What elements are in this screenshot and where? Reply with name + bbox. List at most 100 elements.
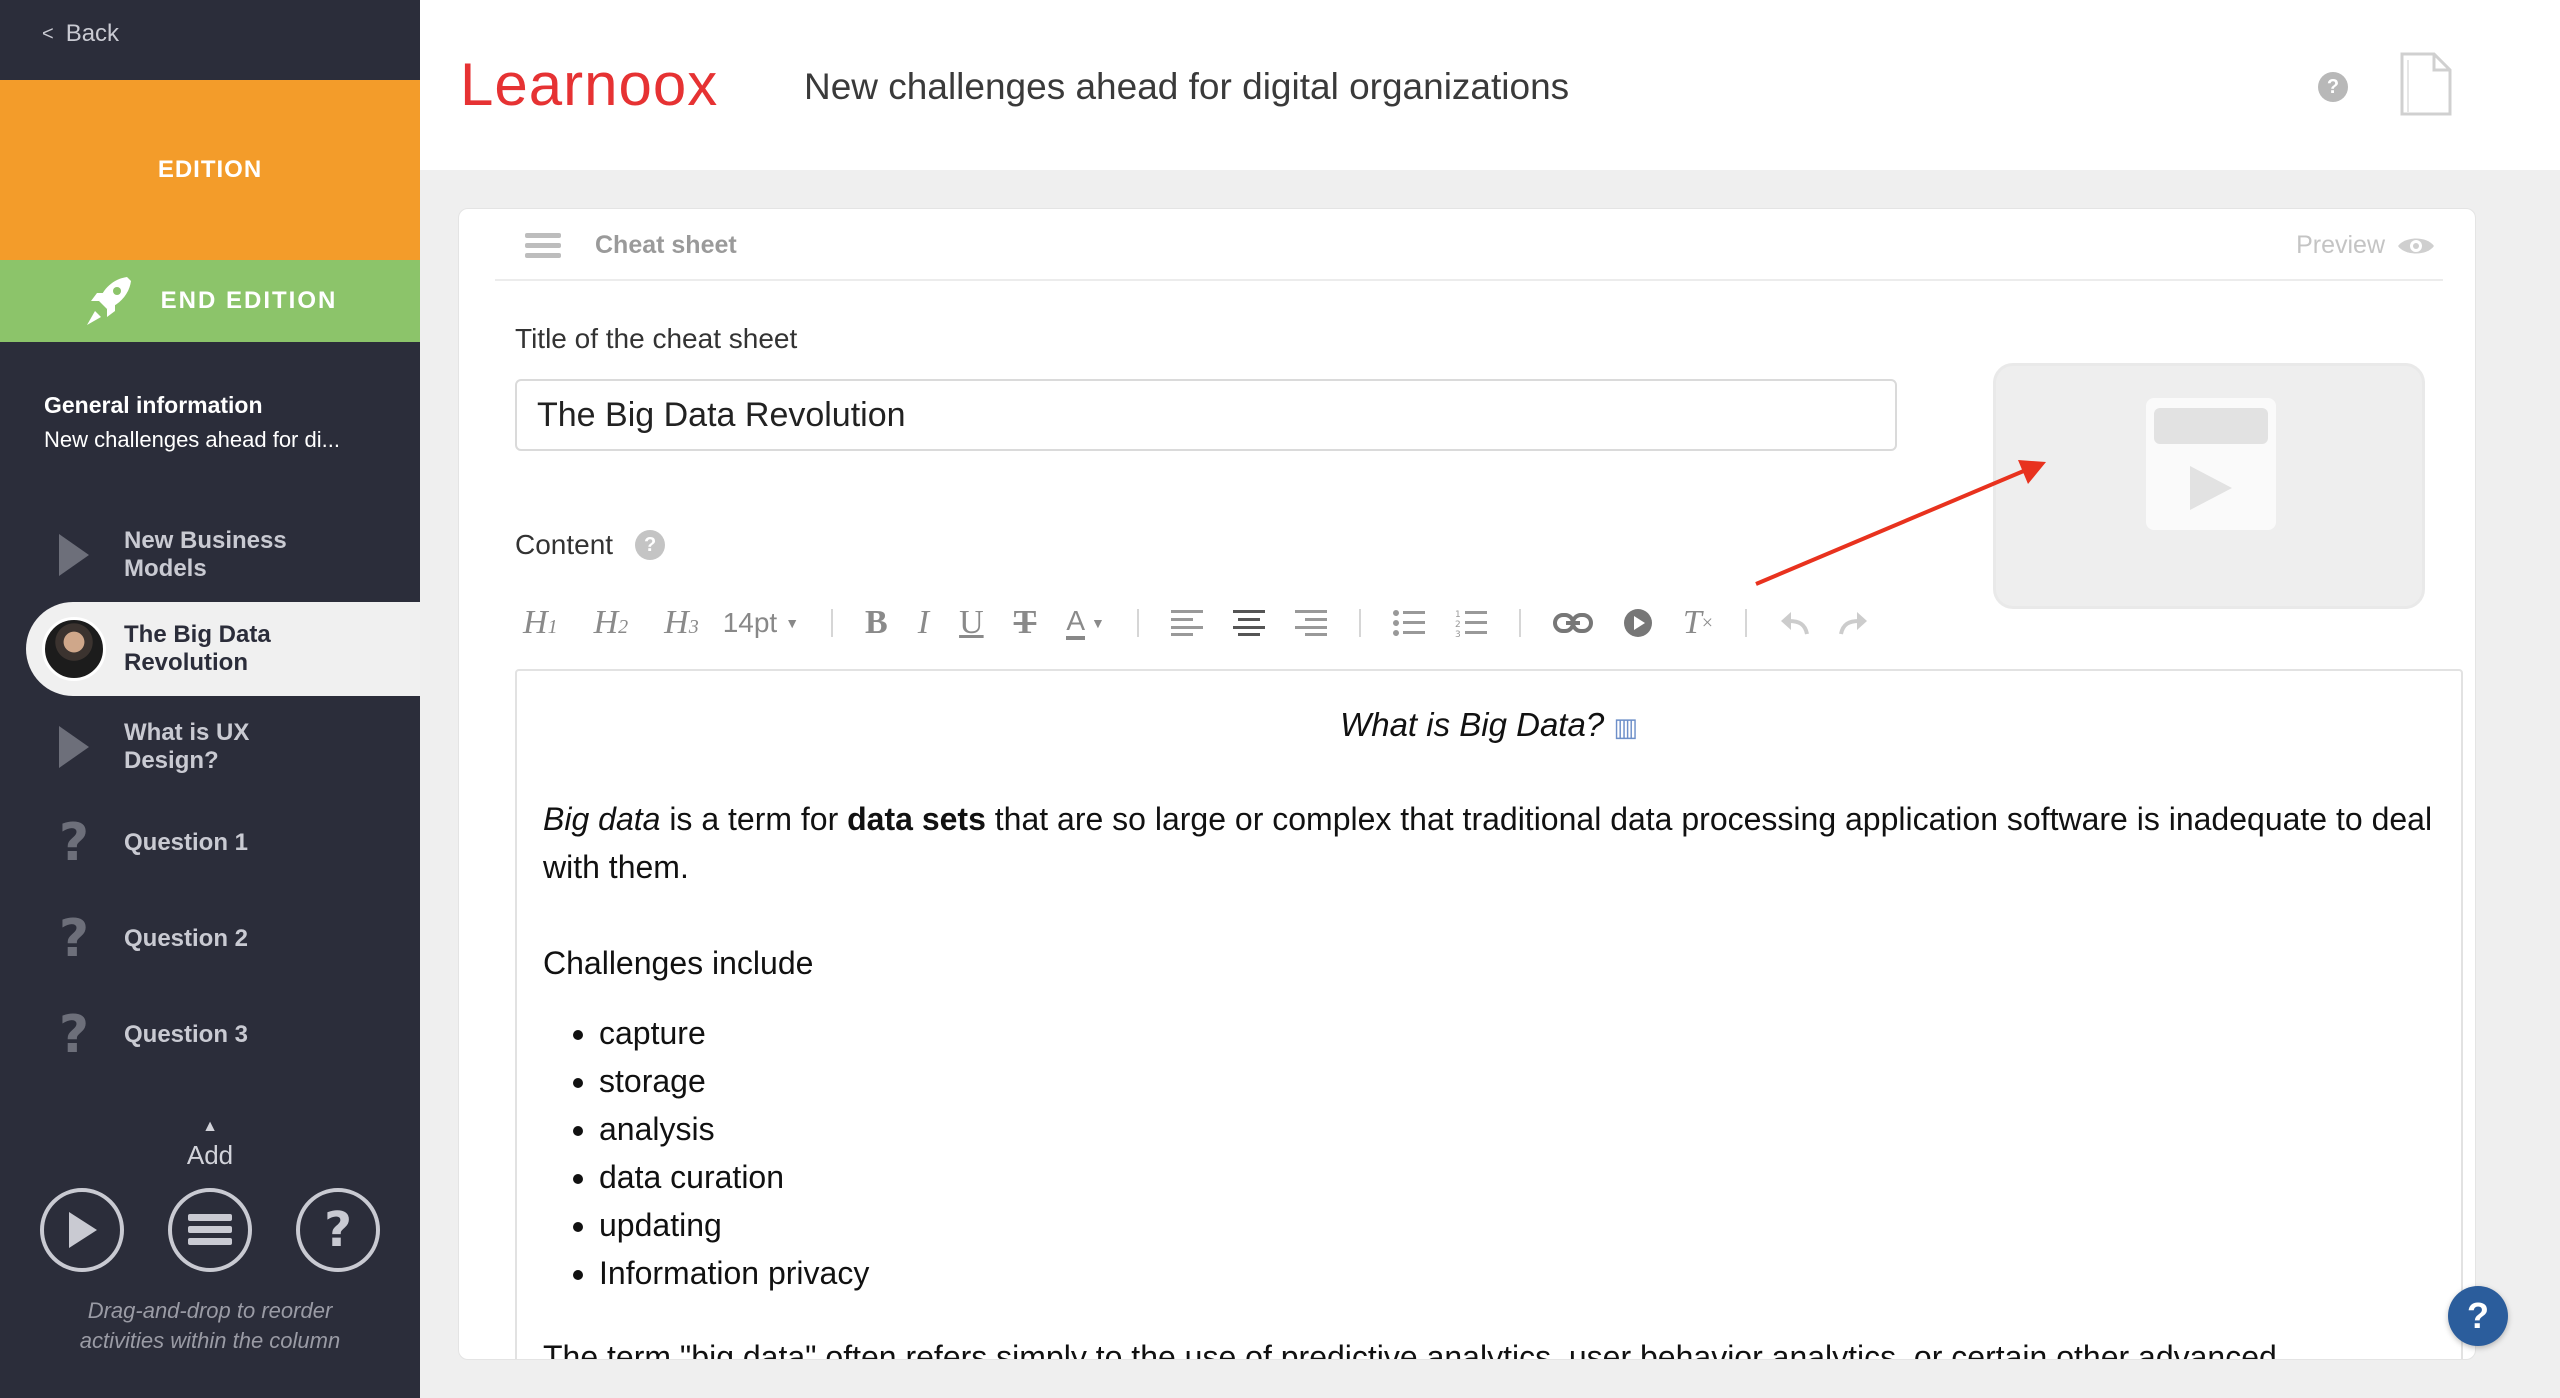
caret-down-icon: ▼ <box>1091 615 1105 631</box>
heading-1-button[interactable]: H1 <box>523 604 558 642</box>
add-buttons: ? <box>0 1188 420 1272</box>
font-size-select[interactable]: 14pt ▼ <box>723 607 799 639</box>
italic-button[interactable]: I <box>918 604 929 642</box>
end-edition-label: END EDITION <box>160 287 338 314</box>
editor-challenges: Challenges include <box>543 945 814 981</box>
question-icon: ? <box>58 909 90 969</box>
add-label: Add <box>186 1140 234 1170</box>
editor-paragraph: Big data is a term for data sets that ar… <box>543 795 2435 891</box>
numbered-list-icon[interactable]: 123 <box>1455 609 1487 637</box>
edition-button[interactable]: EDITION <box>0 80 420 260</box>
editor-term: Big data <box>543 801 661 837</box>
heading-2-button[interactable]: H2 <box>594 604 629 642</box>
avatar <box>42 617 106 681</box>
content-editor[interactable]: What is Big Data? ▥ Big data is a term f… <box>515 669 2463 1360</box>
align-left-icon[interactable] <box>1170 610 1203 636</box>
redo-icon[interactable] <box>1839 610 1869 636</box>
card-header: Cheat sheet Preview <box>495 209 2443 281</box>
content-label-row: Content ? <box>515 529 666 561</box>
bold-button[interactable]: B <box>865 604 888 642</box>
back-button[interactable]: < Back <box>42 20 119 48</box>
media-placeholder[interactable] <box>1993 363 2425 609</box>
list-item: analysis <box>599 1105 2435 1153</box>
general-information[interactable]: General information New challenges ahead… <box>44 392 384 453</box>
logo: Learnoox <box>460 51 719 118</box>
heading-3-button[interactable]: H3 <box>664 604 699 642</box>
editor-list: capture storage analysis data curation u… <box>599 1009 2435 1297</box>
svg-text:1: 1 <box>1455 610 1461 620</box>
question-icon: ? <box>324 1202 352 1258</box>
video-placeholder-icon <box>2146 398 2276 530</box>
drag-handle-icon[interactable] <box>525 233 561 263</box>
align-right-icon[interactable] <box>1294 610 1327 636</box>
undo-icon[interactable] <box>1779 610 1810 636</box>
editor-heading: What is Big Data? ▥ <box>543 701 2435 751</box>
font-color-button[interactable]: A ▼ <box>1066 606 1105 640</box>
add-section: ▲ Add <box>0 1118 420 1171</box>
bar-chart-icon: ▥ <box>1613 712 1638 742</box>
bullet-list-icon[interactable] <box>1392 610 1425 636</box>
editor-toolbar: H1 H2 H3 14pt ▼ B I U T A ▼ 123 T × <box>523 595 1869 651</box>
activity-label: What is UX Design? <box>124 719 250 774</box>
eye-icon <box>2398 238 2434 253</box>
drag-hint: Drag-and-drop to reorder activities with… <box>79 1298 341 1353</box>
align-center-icon[interactable] <box>1232 610 1265 636</box>
play-icon <box>52 724 96 770</box>
back-label: Back <box>65 20 120 47</box>
question-icon: ? <box>58 813 90 873</box>
page-title: New challenges ahead for digital organiz… <box>804 66 1570 107</box>
insert-video-icon[interactable] <box>1623 608 1653 638</box>
add-video-button[interactable] <box>40 1188 124 1272</box>
list-item: Information privacy <box>599 1249 2435 1297</box>
activity-label: Question 1 <box>124 829 249 856</box>
activity-label: New Business Models <box>124 527 287 582</box>
underline-button[interactable]: U <box>959 604 984 642</box>
strikethrough-button[interactable]: T <box>1014 604 1037 642</box>
editor-text: is a term for <box>660 801 848 837</box>
svg-text:3: 3 <box>1455 630 1461 637</box>
link-icon[interactable] <box>1552 612 1593 634</box>
activity-item-big-data-revolution[interactable]: The Big Data Revolution <box>26 602 420 696</box>
editor-heading-text: What is Big Data? <box>1340 706 1605 743</box>
help-icon[interactable]: ? <box>2318 72 2348 102</box>
activity-item-question-2[interactable]: ? Question 2 <box>0 892 420 986</box>
list-item: updating <box>599 1201 2435 1249</box>
title-field-label: Title of the cheat sheet <box>515 323 798 354</box>
add-cheat-sheet-button[interactable] <box>168 1188 252 1272</box>
activity-label: The Big Data Revolution <box>124 621 271 676</box>
play-icon <box>52 532 96 578</box>
chevron-left-icon: < <box>42 22 54 45</box>
cheat-sheet-card: Cheat sheet Preview Title of the cheat s… <box>458 208 2476 1360</box>
preview-button[interactable]: Preview <box>2296 231 2435 260</box>
general-information-subtitle: New challenges ahead for di... <box>44 427 340 452</box>
editor-bold-text: data sets <box>847 801 986 837</box>
font-size-value: 14pt <box>722 607 778 638</box>
list-item: data curation <box>599 1153 2435 1201</box>
svg-text:2: 2 <box>1455 620 1461 630</box>
activity-item-new-business-models[interactable]: New Business Models <box>0 508 420 602</box>
rocket-icon <box>86 277 131 325</box>
font-color-icon: A <box>1066 606 1085 640</box>
help-icon[interactable]: ? <box>635 530 666 560</box>
list-item: capture <box>599 1009 2435 1057</box>
list-icon <box>188 1214 232 1245</box>
edition-label: EDITION <box>157 156 263 183</box>
caret-up-icon: ▲ <box>202 1118 218 1135</box>
preview-label: Preview <box>2296 231 2385 259</box>
activity-item-question-1[interactable]: ? Question 1 <box>0 796 420 890</box>
add-question-button[interactable]: ? <box>296 1188 380 1272</box>
header: Learnoox New challenges ahead for digita… <box>420 0 2560 170</box>
clear-format-icon[interactable]: T × <box>1683 604 1713 642</box>
activity-item-ux-design[interactable]: What is UX Design? <box>0 700 420 794</box>
list-item: storage <box>599 1057 2435 1105</box>
activity-item-question-3[interactable]: ? Question 3 <box>0 988 420 1082</box>
cheat-sheet-title-input[interactable] <box>515 379 1897 451</box>
help-button[interactable]: ? <box>2448 1286 2508 1346</box>
general-information-title: General information <box>44 392 263 418</box>
activity-label: Question 3 <box>124 1021 249 1048</box>
editor-paragraph: The term "big data" often refers simply … <box>543 1339 2277 1360</box>
play-icon <box>69 1212 97 1248</box>
document-icon[interactable] <box>2398 52 2454 121</box>
end-edition-button[interactable]: END EDITION <box>0 260 420 342</box>
content-label: Content <box>515 529 614 560</box>
